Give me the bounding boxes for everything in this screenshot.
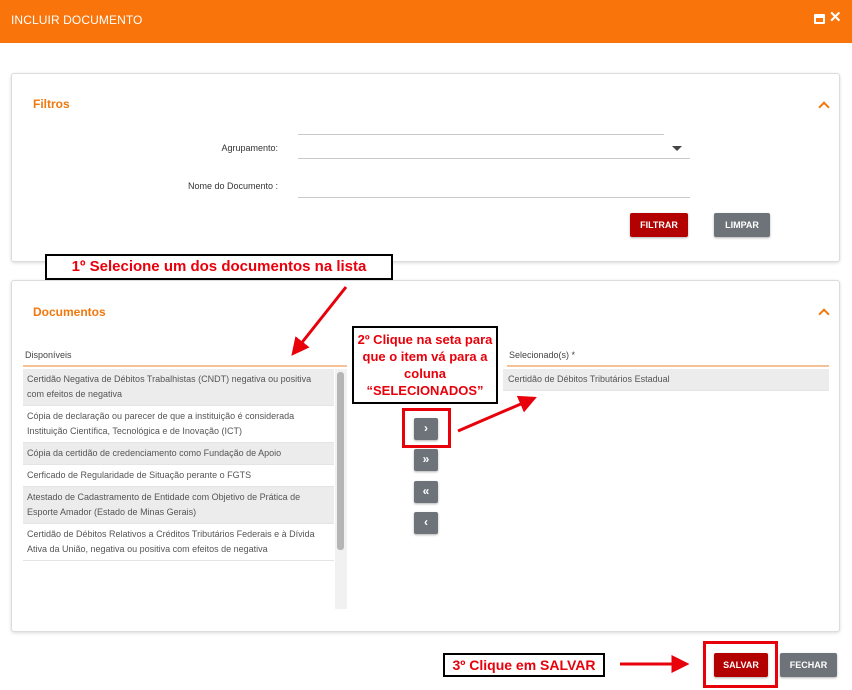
arrow-to-selected <box>457 395 537 433</box>
arrow-to-list <box>291 286 348 356</box>
annotation-arrows <box>291 286 690 673</box>
